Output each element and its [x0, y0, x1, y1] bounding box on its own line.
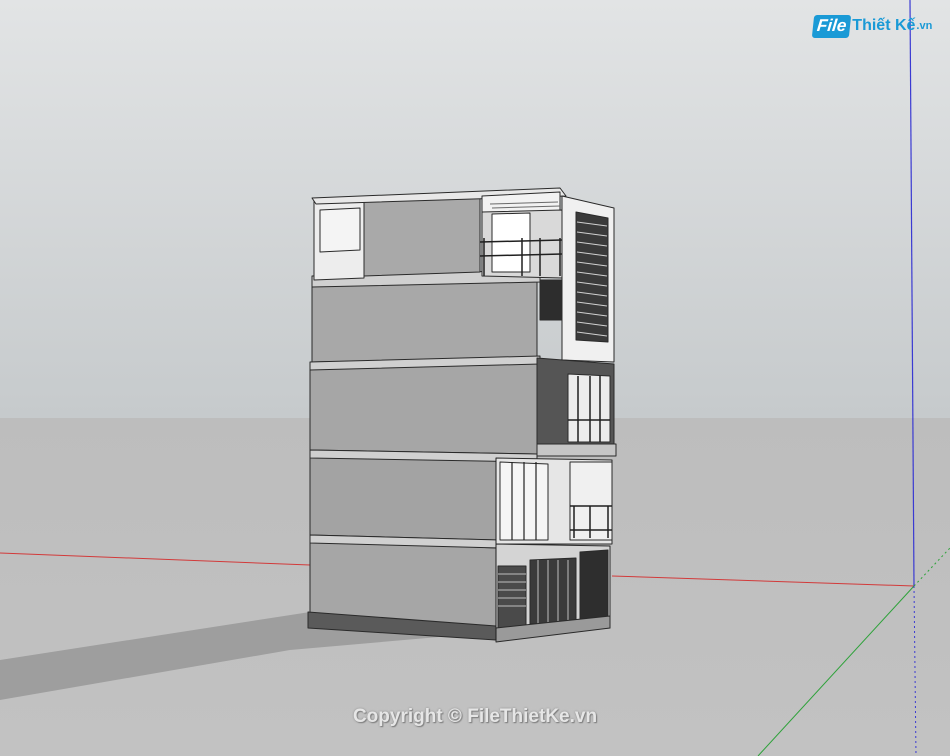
side-wall-band4: [311, 277, 538, 363]
building-model[interactable]: [307, 187, 617, 643]
terrace-hatch: [491, 212, 531, 273]
window-2f-right: [569, 461, 613, 541]
green-axis: [757, 585, 915, 756]
red-axis-right: [611, 575, 915, 587]
gate-right: [579, 549, 609, 621]
red-axis: [0, 552, 311, 566]
gate-main: [529, 557, 577, 625]
green-axis-dotted: [913, 547, 950, 587]
side-wall-band2: [309, 454, 497, 541]
logo-file-badge: File: [811, 14, 852, 38]
stair-tower: [363, 191, 481, 277]
filethietke-logo: File Thiết Kế .vn: [811, 12, 933, 40]
blue-axis: [909, 0, 915, 587]
copyright-watermark: Copyright © FileThietKe.vn: [352, 706, 598, 727]
upper-dark-window: [539, 279, 563, 321]
front-window-3f: [567, 373, 611, 443]
model-scene[interactable]: [0, 0, 950, 756]
sketchup-viewport[interactable]: File Thiết Kế .vn Copyright © FileThietK…: [0, 0, 950, 756]
roof-opening: [319, 207, 361, 253]
blue-axis-dotted: [913, 585, 917, 756]
logo-domain: .vn: [916, 20, 933, 32]
side-wall-band3: [309, 361, 538, 455]
balcony-slab-3f: [536, 443, 617, 457]
logo-name: Thiết Kế: [852, 17, 916, 34]
